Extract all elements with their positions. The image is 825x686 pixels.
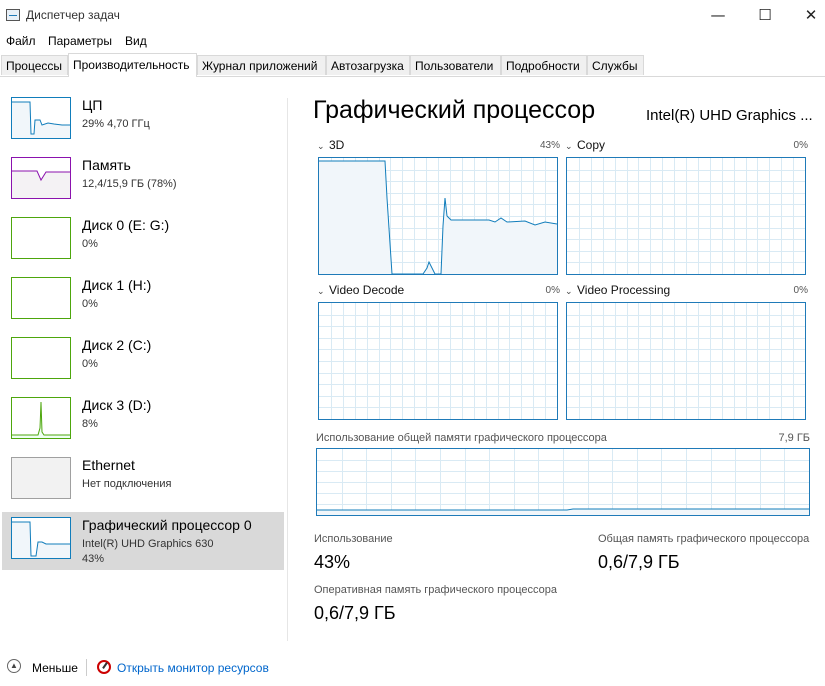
tab-performance[interactable]: Производительность (68, 53, 197, 77)
engine-percent: 43% (539, 140, 560, 151)
engine-copy-graph (566, 157, 806, 275)
tab-processes[interactable]: Процессы (1, 55, 68, 75)
gpu-model-text: Intel(R) UHD Graphics 630 (82, 538, 214, 550)
sidebar-item-label: Память (82, 157, 131, 173)
sidebar-item-disk-0[interactable]: Диск 0 (E: G:) 0% (2, 212, 284, 270)
engine-video-processing-graph (566, 302, 806, 420)
footer-bar: ▲ Меньше Открыть монитор ресурсов (0, 655, 825, 686)
disk-1-thumbnail-graph (11, 277, 71, 319)
disk-2-thumbnail-graph (11, 337, 71, 379)
sidebar-item-detail: 0% (82, 358, 98, 370)
sidebar-item-label: Диск 2 (C:) (82, 337, 152, 353)
engine-video-decode-svg (319, 303, 557, 419)
gpu-detail-panel: Графический процессор Intel(R) UHD Graph… (289, 84, 825, 640)
menu-options[interactable]: Параметры (48, 34, 112, 48)
engine-percent: 0% (545, 285, 560, 296)
window-title: Диспетчер задач (26, 8, 120, 22)
ethernet-thumbnail-graph (11, 457, 71, 499)
sidebar-item-label: Диск 0 (E: G:) (82, 217, 170, 233)
dedicated-memory-label: Оперативная память графического процессо… (314, 584, 558, 596)
sidebar-item-memory[interactable]: Память 12,4/15,9 ГБ (78%) (2, 152, 284, 210)
sidebar-item-detail: Intel(R) UHD Graphics 630 43% (82, 537, 213, 567)
engine-percent: 0% (793, 285, 808, 296)
task-manager-icon (6, 9, 20, 21)
title-bar: Диспетчер задач — ☐ ✕ (0, 0, 825, 31)
chevron-down-icon: ⌄ (317, 286, 325, 296)
sidebar-item-disk-3[interactable]: Диск 3 (D:) 8% (2, 392, 284, 450)
sidebar-item-label: Графический процессор 0 (82, 517, 252, 533)
sidebar-item-disk-2[interactable]: Диск 2 (C:) 0% (2, 332, 284, 390)
sidebar-item-disk-1[interactable]: Диск 1 (H:) 0% (2, 272, 284, 330)
sidebar-item-detail: 8% (82, 418, 98, 430)
menu-view[interactable]: Вид (125, 34, 147, 48)
chevron-up-icon[interactable]: ▲ (7, 659, 21, 673)
engine-label: Video Decode (329, 283, 405, 297)
engine-video-processing-svg (567, 303, 805, 419)
shared-memory-graph (316, 448, 810, 516)
engine-copy-selector[interactable]: ⌄ Copy (565, 138, 605, 152)
tab-bar: Процессы Производительность Журнал прило… (0, 53, 825, 77)
resource-sidebar: ЦП 29% 4,70 ГГц Память 12,4/15,9 ГБ (78%… (0, 84, 288, 640)
shared-memory-stat-value: 0,6/7,9 ГБ (598, 552, 680, 572)
cpu-thumbnail-graph (11, 97, 71, 139)
engine-3d-selector[interactable]: ⌄ 3D (317, 138, 344, 152)
dedicated-memory-value: 0,6/7,9 ГБ (314, 603, 396, 623)
sidebar-item-detail: 0% (82, 298, 98, 310)
shared-memory-label: Использование общей памяти графического … (316, 432, 607, 444)
disk-0-thumbnail-graph (11, 217, 71, 259)
open-resource-monitor-link[interactable]: Открыть монитор ресурсов (117, 661, 269, 675)
minimize-button[interactable]: — (695, 0, 741, 31)
sidebar-item-ethernet[interactable]: Ethernet Нет подключения (2, 452, 284, 510)
close-button[interactable]: ✕ (788, 0, 825, 31)
chevron-down-icon: ⌄ (565, 286, 573, 296)
shared-memory-stat-label: Общая память графического процессора (598, 533, 810, 545)
engine-label: Copy (577, 138, 606, 152)
tab-services[interactable]: Службы (587, 55, 644, 75)
sidebar-item-label: ЦП (82, 97, 103, 113)
sidebar-item-label: Диск 3 (D:) (82, 397, 152, 413)
sidebar-item-detail: 12,4/15,9 ГБ (78%) (82, 178, 177, 190)
sidebar-item-cpu[interactable]: ЦП 29% 4,70 ГГц (2, 92, 284, 150)
engine-copy-svg (567, 158, 805, 274)
engine-3d-svg (319, 158, 557, 274)
page-title: Графический процессор (313, 96, 596, 124)
fewer-details-button[interactable]: Меньше (32, 661, 78, 675)
sidebar-item-label: Диск 1 (H:) (82, 277, 152, 293)
tab-startup[interactable]: Автозагрузка (326, 55, 410, 75)
engine-label: Video Processing (577, 283, 671, 297)
gpu-0-thumbnail-graph (11, 517, 71, 559)
footer-separator (86, 659, 87, 676)
maximize-button[interactable]: ☐ (742, 0, 788, 31)
engine-percent: 0% (793, 140, 808, 151)
gpu-usage-text: 43% (82, 553, 105, 565)
engine-video-decode-graph (318, 302, 558, 420)
usage-label: Использование (314, 533, 393, 545)
tab-users[interactable]: Пользователи (410, 55, 501, 75)
disk-3-thumbnail-graph (11, 397, 71, 439)
tab-app-history[interactable]: Журнал приложений (197, 55, 326, 75)
shared-memory-max: 7,9 ГБ (778, 432, 810, 444)
menu-bar: Файл Параметры Вид (0, 31, 825, 51)
sidebar-divider (287, 98, 288, 641)
sidebar-item-detail: 0% (82, 238, 98, 250)
engine-video-decode-selector[interactable]: ⌄ Video Decode (317, 283, 404, 297)
menu-file[interactable]: Файл (6, 34, 36, 48)
tab-details[interactable]: Подробности (501, 55, 587, 75)
engine-video-processing-selector[interactable]: ⌄ Video Processing (565, 283, 670, 297)
memory-thumbnail-graph (11, 157, 71, 199)
sidebar-item-detail: 29% 4,70 ГГц (82, 118, 150, 130)
chevron-down-icon: ⌄ (317, 141, 325, 151)
sidebar-item-gpu-0[interactable]: Графический процессор 0 Intel(R) UHD Gra… (2, 512, 284, 570)
sidebar-item-detail: Нет подключения (82, 478, 172, 490)
engine-3d-graph (318, 157, 558, 275)
usage-value: 43% (314, 552, 351, 572)
shared-memory-svg (317, 449, 809, 515)
sidebar-item-label: Ethernet (82, 457, 135, 473)
resource-monitor-icon[interactable] (97, 660, 111, 674)
chevron-down-icon: ⌄ (565, 141, 573, 151)
gpu-model-name: Intel(R) UHD Graphics ... (646, 107, 813, 124)
engine-label: 3D (329, 138, 345, 152)
